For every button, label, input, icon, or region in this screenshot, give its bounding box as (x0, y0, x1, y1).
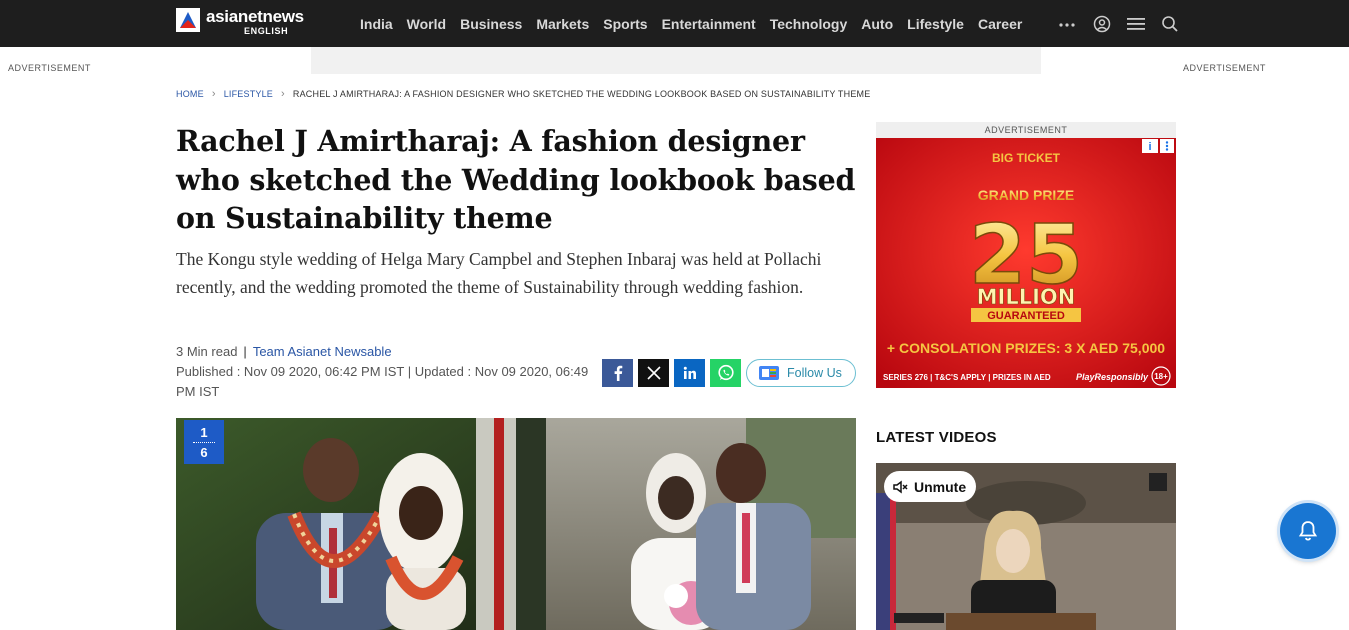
unmute-label: Unmute (914, 478, 967, 495)
meta-divider: | (243, 344, 247, 359)
article-meta: 3 Min read | Team Asianet Newsable (176, 344, 392, 359)
nav-item-lifestyle[interactable]: Lifestyle (907, 16, 964, 32)
gallery-total: 6 (200, 444, 208, 460)
breadcrumb-home[interactable]: HOME (176, 89, 204, 99)
x-logo-icon (646, 366, 661, 380)
article-hero-image[interactable] (176, 418, 856, 630)
user-icon[interactable] (1093, 15, 1111, 33)
menu-icon[interactable] (1126, 16, 1146, 32)
facebook-icon (614, 365, 622, 381)
search-icon[interactable] (1161, 15, 1179, 33)
sidebar-ad-banner[interactable]: i BIG TICKET GRAND PRIZE 25 MILLION GUAR… (876, 138, 1176, 388)
unmute-button[interactable]: Unmute (884, 471, 976, 502)
nav-item-technology[interactable]: Technology (770, 16, 848, 32)
top-navigation-bar: asianetnews ENGLISH India World Business… (0, 0, 1349, 47)
logo-mark-icon (176, 8, 200, 32)
nav-item-career[interactable]: Career (978, 16, 1022, 32)
ad-terms-text: SERIES 276 | T&C'S APPLY | PRIZES IN AED (883, 373, 1051, 382)
ad-label-right: ADVERTISEMENT (1183, 63, 1266, 73)
top-ad-slot (311, 47, 1041, 74)
notification-bell-button[interactable] (1280, 503, 1336, 559)
nav-item-world[interactable]: World (407, 16, 446, 32)
author-link[interactable]: Team Asianet Newsable (253, 344, 392, 359)
logo-brand-text: asianetnews (206, 7, 304, 26)
main-nav: India World Business Markets Sports Ente… (360, 0, 1036, 47)
linkedin-share-button[interactable] (674, 359, 705, 387)
whatsapp-icon (717, 364, 734, 381)
more-icon[interactable] (1056, 14, 1078, 34)
ad-label-left: ADVERTISEMENT (8, 63, 91, 73)
nav-item-entertainment[interactable]: Entertainment (662, 16, 756, 32)
nav-item-auto[interactable]: Auto (861, 16, 893, 32)
chevron-right-icon: › (211, 88, 216, 100)
mute-speaker-icon (893, 480, 908, 493)
ad-tag-text: GUARANTEED (987, 310, 1065, 322)
gallery-current: 1 (200, 424, 208, 440)
x-share-button[interactable] (638, 359, 669, 387)
chevron-right-icon: › (281, 88, 285, 100)
linkedin-icon (683, 366, 696, 379)
latest-videos-heading: LATEST VIDEOS (876, 429, 997, 446)
logo-edition-text: ENGLISH (244, 26, 289, 36)
gallery-counter: 1 6 (184, 420, 224, 464)
ad-age-text: 18+ (1154, 372, 1168, 381)
facebook-share-button[interactable] (602, 359, 633, 387)
ad-brand-text: BIG TICKET (992, 151, 1061, 165)
svg-text:i: i (1148, 141, 1151, 153)
article-title: Rachel J Amirtharaj: A fashion designer … (176, 124, 856, 235)
breadcrumb: HOME › LIFESTYLE › RACHEL J AMIRTHARAJ: … (176, 88, 870, 100)
breadcrumb-current: RACHEL J AMIRTHARAJ: A FASHION DESIGNER … (292, 89, 871, 99)
article-summary: The Kongu style wedding of Helga Mary Ca… (176, 249, 822, 297)
nav-item-india[interactable]: India (360, 16, 393, 32)
google-news-icon (759, 366, 779, 380)
ad-consolation-text: + CONSOLATION PRIZES: 3 X AED 75,000 (887, 340, 1165, 356)
ad-play-responsibly-text: PlayResponsibly (1076, 372, 1149, 382)
whatsapp-share-button[interactable] (710, 359, 741, 387)
ad-headline-text: GRAND PRIZE (978, 187, 1074, 203)
breadcrumb-section[interactable]: LIFESTYLE (224, 89, 273, 99)
nav-item-sports[interactable]: Sports (603, 16, 647, 32)
gallery-counter-divider (193, 441, 215, 443)
follow-us-button[interactable]: Follow Us (746, 359, 856, 387)
nav-item-markets[interactable]: Markets (536, 16, 589, 32)
sidebar-ad-label: ADVERTISEMENT (876, 122, 1176, 138)
ad-unit-text: MILLION (977, 285, 1076, 309)
follow-us-label: Follow Us (787, 366, 842, 380)
publish-dates: Published : Nov 09 2020, 06:42 PM IST | … (176, 364, 589, 399)
nav-item-business[interactable]: Business (460, 16, 522, 32)
bell-icon (1298, 521, 1318, 541)
site-logo[interactable]: asianetnews ENGLISH (176, 7, 336, 39)
read-time: 3 Min read (176, 344, 238, 359)
